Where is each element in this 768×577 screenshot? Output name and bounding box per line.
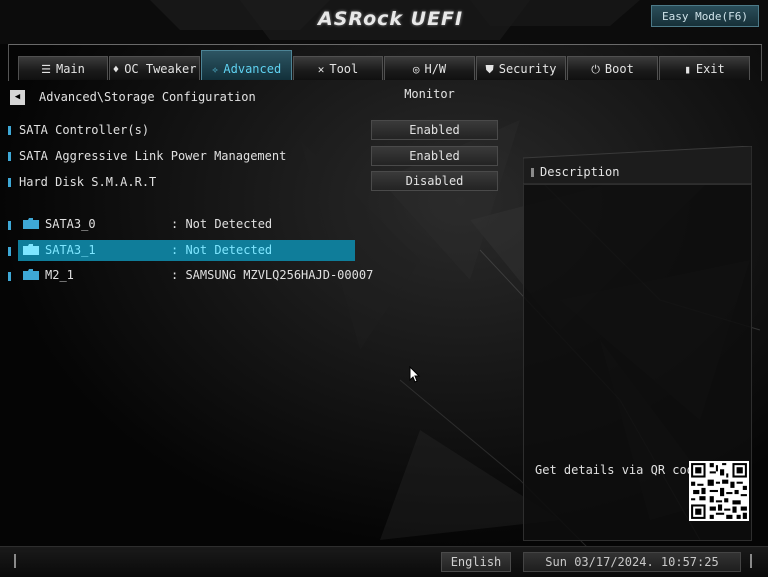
hdd-smart-value-button[interactable]: Disabled — [371, 171, 498, 191]
tab-boot[interactable]: ⏻ Boot — [567, 56, 658, 80]
footer-right-marker — [750, 554, 752, 568]
item-marker-icon — [8, 247, 11, 256]
datetime-display: Sun 03/17/2024. 10:57:25 — [523, 552, 741, 572]
easy-mode-button[interactable]: Easy Mode(F6) — [651, 5, 759, 27]
description-marker-icon — [531, 168, 534, 177]
tab-label: Exit — [695, 62, 725, 76]
monitor-icon: ◎ — [412, 63, 420, 76]
breadcrumb: Advanced\Storage Configuration — [39, 90, 256, 104]
list-icon: ☰ — [41, 63, 51, 76]
tab-label: OC Tweaker — [124, 62, 197, 76]
sata-controllers-value-button[interactable]: Enabled — [371, 120, 498, 140]
qr-caption: Get details via QR code — [535, 463, 702, 477]
qr-code-icon — [689, 461, 749, 521]
item-marker-icon — [8, 126, 11, 135]
footer-left-marker — [14, 554, 16, 568]
tab-label: H/W Monitor — [404, 62, 455, 101]
tab-main[interactable]: ☰ Main — [18, 56, 108, 80]
device-name-sata3-0[interactable]: SATA3_0 — [45, 217, 96, 231]
sata-alpm-value-button[interactable]: Enabled — [371, 146, 498, 166]
tab-tool[interactable]: ✕ Tool — [293, 56, 383, 80]
flame-icon: ♦ — [112, 63, 120, 76]
exit-icon: ▮ — [684, 63, 691, 76]
description-title: Description — [540, 165, 620, 179]
device-name-m2-1[interactable]: M2_1 — [45, 268, 74, 282]
tab-advanced[interactable]: ✧ Advanced — [201, 50, 292, 80]
tab-label: Main — [55, 62, 85, 76]
item-marker-icon — [8, 152, 11, 161]
tab-label: Security — [498, 62, 557, 76]
power-icon: ⏻ — [591, 63, 600, 76]
mouse-cursor-icon — [409, 366, 421, 383]
language-button[interactable]: English — [441, 552, 511, 572]
device-status-sata3-0: : Not Detected — [171, 217, 273, 231]
shield-icon: ⛊ — [485, 63, 494, 76]
asrock-uefi-logo: ASRock UEFI — [318, 8, 464, 30]
tab-security[interactable]: ⛊ Security — [476, 56, 566, 80]
tab-label: Boot — [604, 62, 634, 76]
device-name-sata3-1[interactable]: SATA3_1 — [45, 243, 96, 257]
tab-exit[interactable]: ▮ Exit — [659, 56, 750, 80]
star-icon: ✧ — [211, 63, 219, 76]
back-arrow-icon: ◀ — [14, 92, 21, 102]
tab-label: Advanced — [223, 62, 282, 76]
folder-icon — [23, 218, 39, 229]
tools-icon: ✕ — [317, 63, 325, 76]
device-status-m2-1: : SAMSUNG MZVLQ256HAJD-00007 — [171, 268, 374, 282]
item-marker-icon — [8, 272, 11, 281]
item-marker-icon — [8, 178, 11, 187]
tab-oc-tweaker[interactable]: ♦ OC Tweaker — [109, 56, 200, 80]
setting-label-hdd-smart[interactable]: Hard Disk S.M.A.R.T — [19, 175, 156, 189]
folder-icon — [23, 269, 39, 280]
item-marker-icon — [8, 221, 11, 230]
back-button[interactable]: ◀ — [10, 90, 25, 105]
device-status-sata3-1: : Not Detected — [171, 243, 273, 257]
folder-icon — [23, 244, 39, 255]
setting-label-sata-controllers[interactable]: SATA Controller(s) — [19, 123, 149, 137]
tab-label: Tool — [329, 62, 359, 76]
tab-hw-monitor[interactable]: ◎ H/W Monitor — [384, 56, 475, 101]
setting-label-sata-alpm[interactable]: SATA Aggressive Link Power Management — [19, 149, 286, 163]
